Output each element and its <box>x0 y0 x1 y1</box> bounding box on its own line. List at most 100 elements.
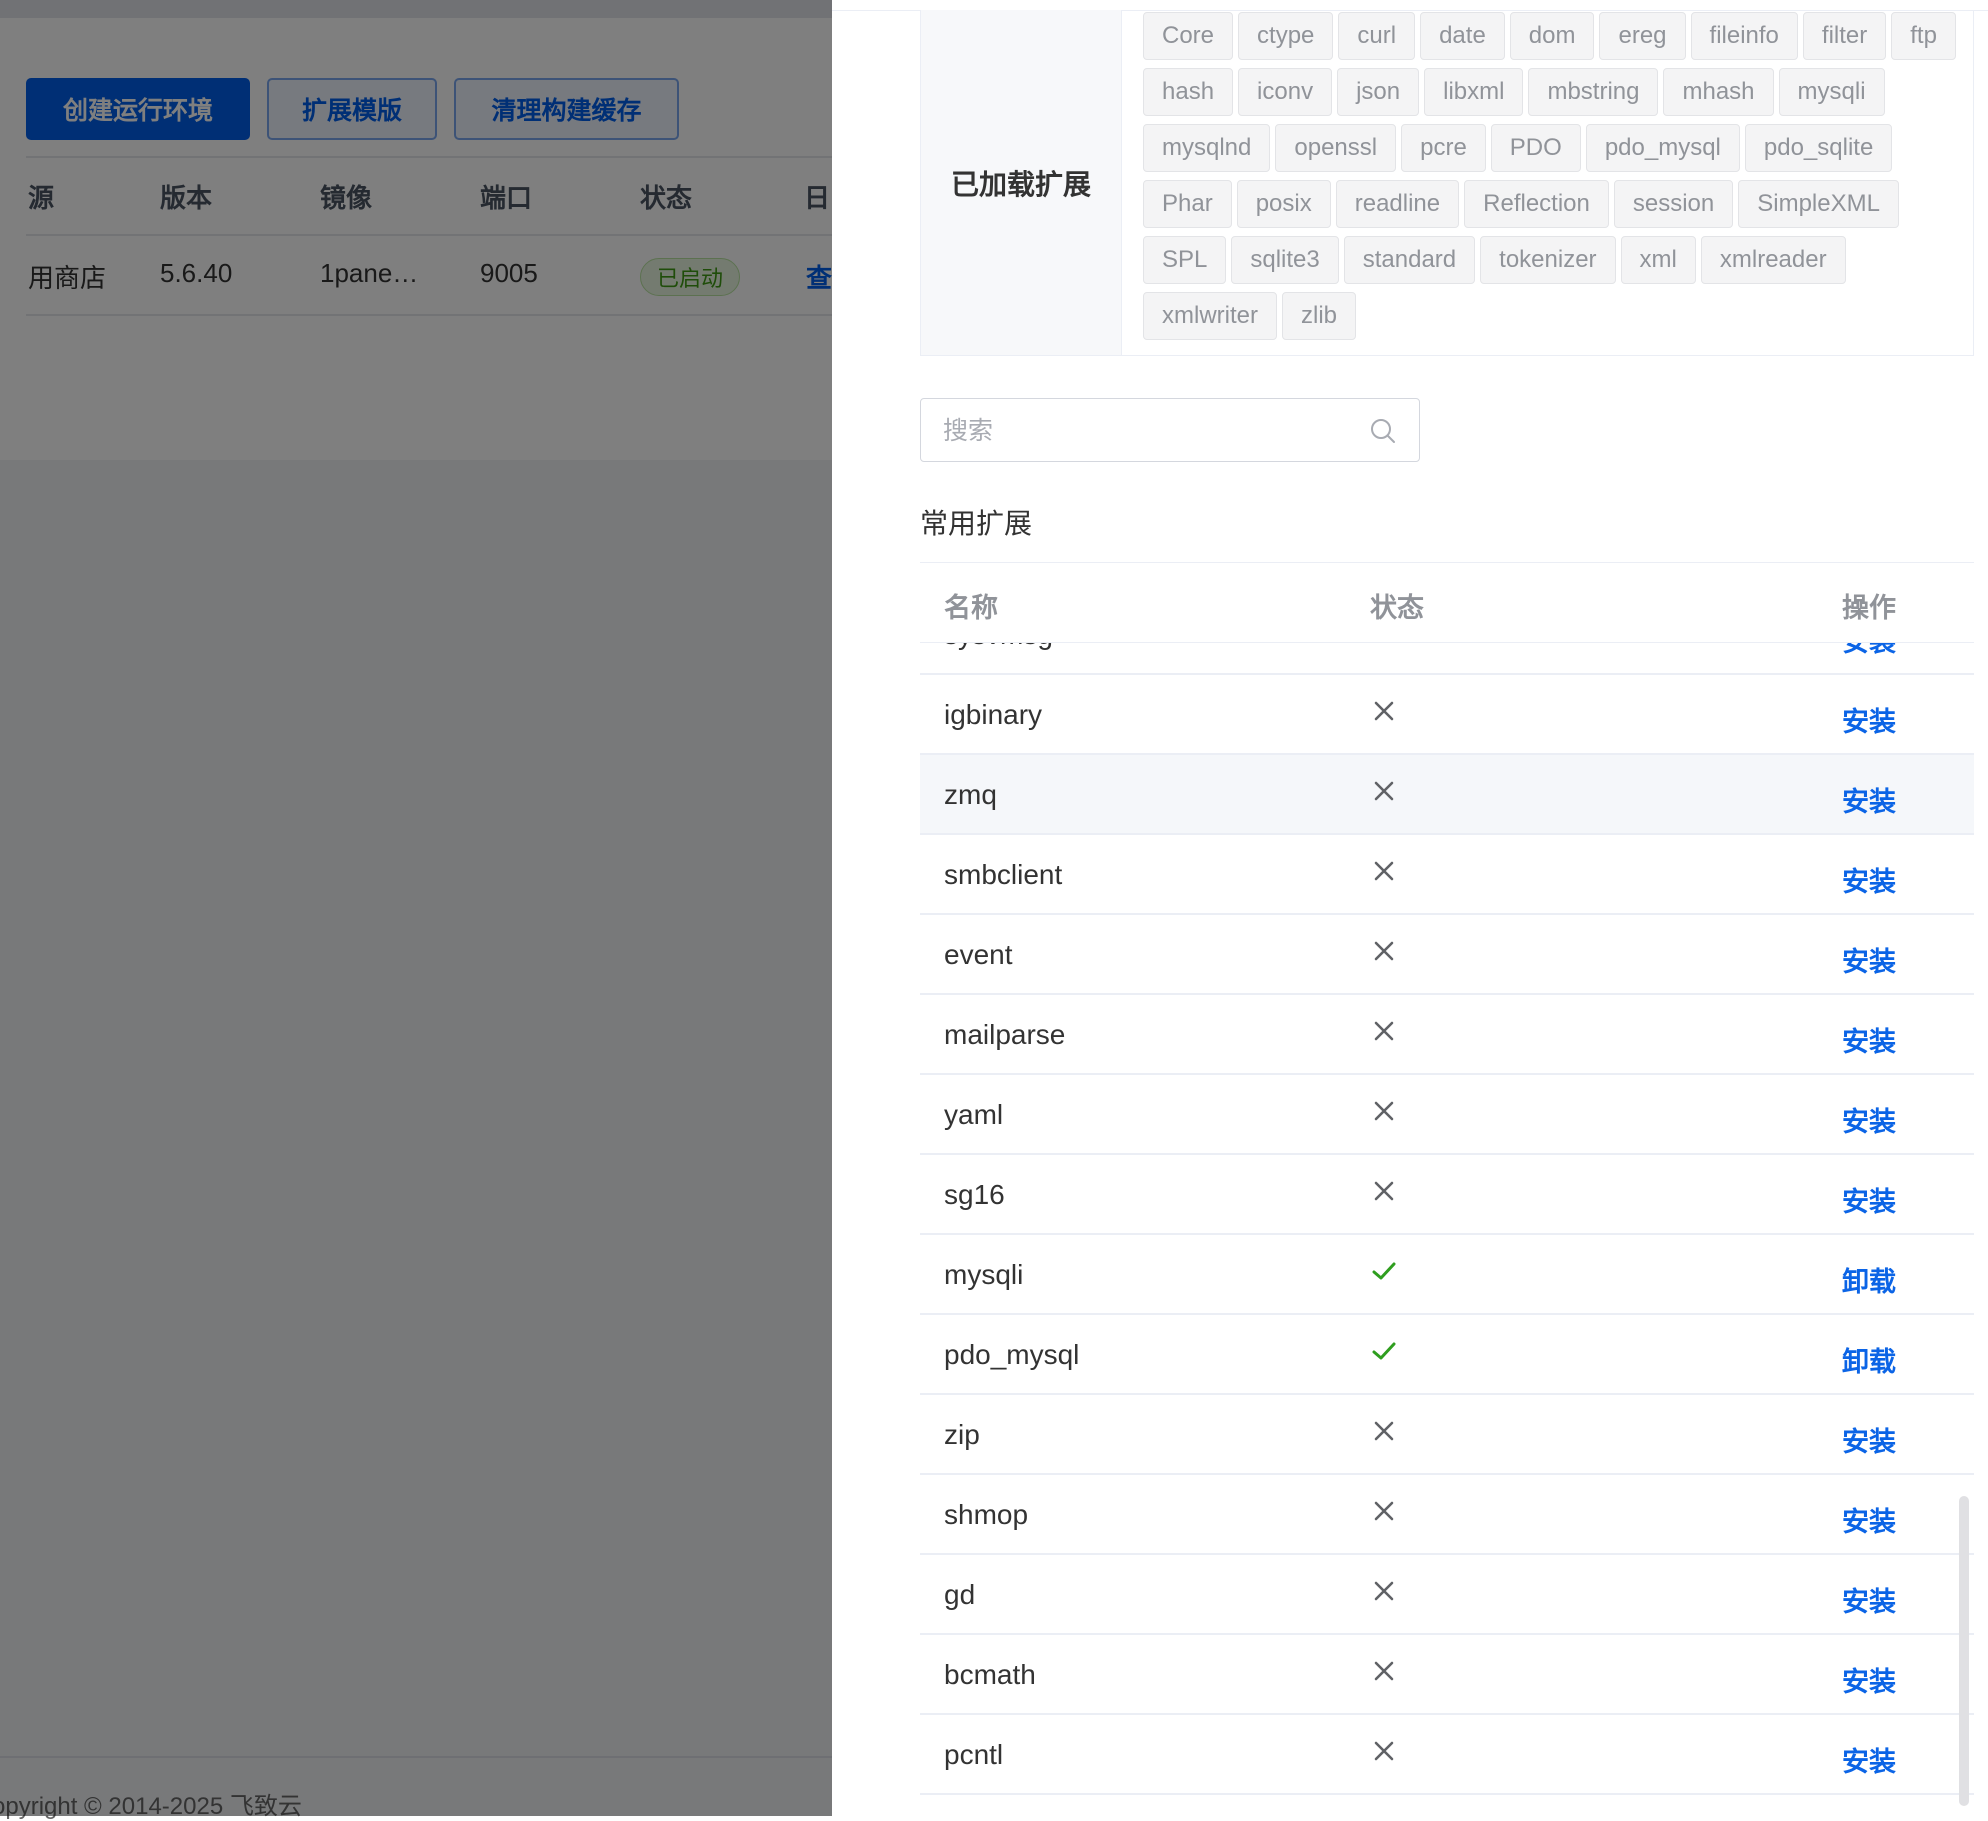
search-box[interactable] <box>920 398 1420 462</box>
search-input[interactable] <box>941 409 1365 453</box>
close-icon <box>1370 1097 1398 1125</box>
extension-tag: mysqli <box>1778 68 1885 116</box>
extension-name: pcntl <box>944 1739 1004 1770</box>
table-top-border <box>920 562 1974 563</box>
extension-tag: SimpleXML <box>1738 180 1899 228</box>
extension-name: mysqli <box>944 1259 1024 1290</box>
table-row: gd 安装 <box>920 1555 1974 1635</box>
extension-name: pdo_mysql <box>944 1339 1080 1370</box>
extension-tag: iconv <box>1238 68 1333 116</box>
modal-overlay[interactable] <box>0 0 832 1816</box>
close-icon <box>1370 1577 1398 1605</box>
extension-tag: Phar <box>1143 180 1232 228</box>
extensions-rows: sysvmsg安装igbinary安装zmq安装smbclient安装event… <box>920 643 1974 1795</box>
install-button[interactable]: 安装 <box>1842 1740 1896 1779</box>
extension-name: zip <box>944 1419 980 1450</box>
scrollbar[interactable] <box>1959 1496 1969 1806</box>
install-button[interactable]: 安装 <box>1842 780 1896 819</box>
close-icon <box>1370 777 1398 805</box>
close-icon <box>1370 643 1398 645</box>
table-row: yaml 安装 <box>920 1075 1974 1155</box>
table-row: shmop 安装 <box>920 1475 1974 1555</box>
close-icon <box>1370 1017 1398 1045</box>
extension-tag: Reflection <box>1464 180 1609 228</box>
extension-name: sysvmsg <box>944 643 1053 651</box>
extension-tag: json <box>1337 68 1420 116</box>
extension-tag: filter <box>1802 12 1887 60</box>
extension-tag: ereg <box>1599 12 1686 60</box>
extension-tag: openssl <box>1275 124 1397 172</box>
extension-name: smbclient <box>944 859 1063 890</box>
extension-tag: pcre <box>1401 124 1486 172</box>
install-button[interactable]: 安装 <box>1842 1100 1896 1139</box>
table-row: mysqli 卸载 <box>920 1235 1974 1315</box>
extension-tag: xmlreader <box>1700 236 1846 284</box>
extension-tag: xml <box>1620 236 1696 284</box>
extension-tag: ctype <box>1238 12 1334 60</box>
search-icon[interactable] <box>1369 417 1397 445</box>
install-button[interactable]: 安装 <box>1842 700 1896 739</box>
loaded-extensions-tags: Core ctype curl date dom ereg fileinfo filter ft… <box>1143 12 1963 348</box>
install-button[interactable]: 安装 <box>1842 860 1896 899</box>
extension-tag: readline <box>1335 180 1460 228</box>
extension-name: gd <box>944 1579 976 1610</box>
extension-tag: dom <box>1509 12 1595 60</box>
common-extensions-title: 常用扩展 <box>920 508 1033 539</box>
install-button[interactable]: 安装 <box>1842 1020 1896 1059</box>
extension-name: event <box>944 939 1013 970</box>
header-name: 名称 <box>944 593 998 623</box>
check-icon <box>1370 1337 1398 1365</box>
extension-tag: SPL <box>1143 236 1227 284</box>
table-row: mailparse 安装 <box>920 995 1974 1075</box>
extension-name: zmq <box>944 779 997 810</box>
table-row: pdo_mysql 卸载 <box>920 1315 1974 1395</box>
uninstall-button[interactable]: 卸载 <box>1842 1260 1896 1299</box>
extension-tag: libxml <box>1424 68 1524 116</box>
table-row: pcntl 安装 <box>920 1715 1974 1795</box>
table-row: sysvmsg 安装 <box>920 643 1974 675</box>
close-icon <box>1370 697 1398 725</box>
extension-tag: hash <box>1143 68 1234 116</box>
extensions-table: 名称 状态 操作 sysvmsg安装igbinary安装zmq安装smbclie… <box>920 562 1974 1816</box>
extension-tag: standard <box>1343 236 1476 284</box>
extension-tag: sqlite3 <box>1231 236 1339 284</box>
close-icon <box>1370 1657 1398 1685</box>
extensions-table-body[interactable]: sysvmsg安装igbinary安装zmq安装smbclient安装event… <box>920 642 1974 1816</box>
table-row: smbclient 安装 <box>920 835 1974 915</box>
table-row: zip 安装 <box>920 1395 1974 1475</box>
extension-tag: pdo_mysql <box>1585 124 1740 172</box>
extension-tag: mbstring <box>1528 68 1659 116</box>
extension-name: mailparse <box>944 1019 1066 1050</box>
install-button[interactable]: 安装 <box>1842 1500 1896 1539</box>
extension-drawer: 已加载扩展 Core ctype curl date dom ereg fileinfo fi… <box>832 0 1988 1816</box>
header-status: 状态 <box>1370 593 1424 623</box>
table-row: bcmath 安装 <box>920 1635 1974 1715</box>
install-button[interactable]: 安装 <box>1842 1420 1896 1459</box>
extension-tag: curl <box>1338 12 1416 60</box>
check-icon <box>1370 1257 1398 1285</box>
extension-tag: zlib <box>1282 292 1357 340</box>
close-icon <box>1370 937 1398 965</box>
install-button[interactable]: 安装 <box>1842 1660 1896 1699</box>
extension-tag: xmlwriter <box>1143 292 1277 340</box>
extension-tag: fileinfo <box>1690 12 1798 60</box>
extension-tag: mhash <box>1663 68 1774 116</box>
extension-name: yaml <box>944 1099 1004 1130</box>
extension-tag: tokenizer <box>1480 236 1616 284</box>
install-button[interactable]: 安装 <box>1842 940 1896 979</box>
close-icon <box>1370 1737 1398 1765</box>
uninstall-button[interactable]: 卸载 <box>1842 1340 1896 1379</box>
loaded-extensions-panel: 已加载扩展 Core ctype curl date dom ereg fileinfo fi… <box>920 10 1974 356</box>
extension-tag: mysqlnd <box>1143 124 1271 172</box>
table-row: sg16 安装 <box>920 1155 1974 1235</box>
install-button[interactable]: 安装 <box>1842 1180 1896 1219</box>
extension-name: igbinary <box>944 699 1043 730</box>
close-icon <box>1370 1417 1398 1445</box>
extension-tag: ftp <box>1891 12 1956 60</box>
table-row: event 安装 <box>920 915 1974 995</box>
extension-tag: posix <box>1236 180 1331 228</box>
close-icon <box>1370 1177 1398 1205</box>
header-action: 操作 <box>1842 593 1896 623</box>
install-button[interactable]: 安装 <box>1842 1580 1896 1619</box>
install-button[interactable]: 安装 <box>1842 643 1896 659</box>
